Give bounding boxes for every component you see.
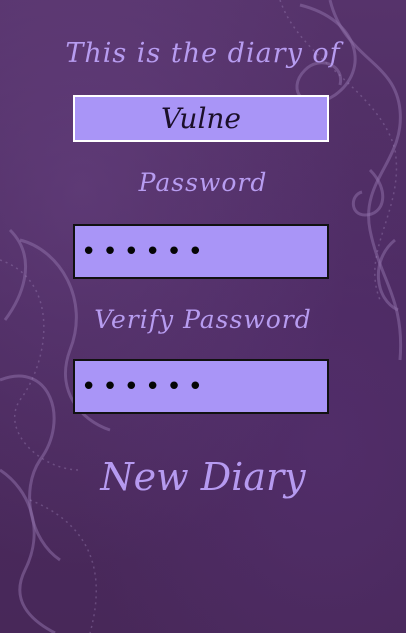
verify-password-field[interactable]: •••••• xyxy=(73,359,329,414)
password-label: Password xyxy=(138,168,268,197)
verify-password-label: Verify Password xyxy=(94,305,312,334)
password-dots: •••••• xyxy=(81,236,210,267)
diary-owner-label: This is the diary of xyxy=(65,38,341,69)
owner-name-field[interactable]: Vulne xyxy=(73,95,329,142)
new-diary-button[interactable]: New Diary xyxy=(0,455,406,499)
password-field[interactable]: •••••• xyxy=(73,224,329,279)
verify-password-dots: •••••• xyxy=(81,371,210,402)
